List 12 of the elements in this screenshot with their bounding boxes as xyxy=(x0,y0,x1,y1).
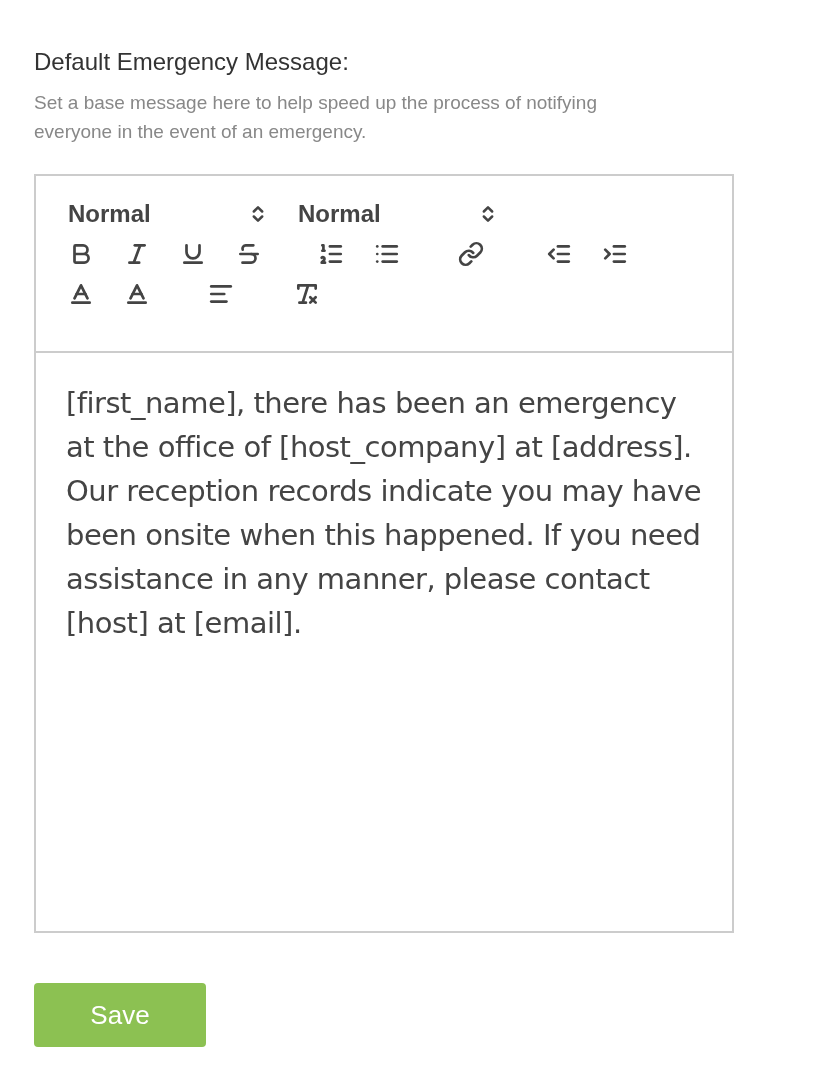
strikethrough-icon xyxy=(236,241,262,267)
field-label: Default Emergency Message: xyxy=(34,47,350,77)
message-text[interactable]: [first_name], there has been an emergency at the office of [host_company] at [address]. Our reception records indicate you may have been onsite when this happened. If you need assistance in any manner, please contact [host] at [email]. xyxy=(36,353,732,645)
background-color-icon xyxy=(124,281,150,307)
ordered-list-icon xyxy=(318,241,344,267)
format-select[interactable]: Normal xyxy=(68,196,268,232)
clear-formatting-icon xyxy=(294,281,320,307)
hint-text: Set a base message here to help speed up the process of notifying everyone in the event of an emergency. xyxy=(34,91,598,144)
link-icon xyxy=(458,241,484,267)
underline-icon xyxy=(180,241,206,267)
format-select[interactable]: Normal xyxy=(298,196,498,232)
text-color-icon xyxy=(68,281,94,307)
